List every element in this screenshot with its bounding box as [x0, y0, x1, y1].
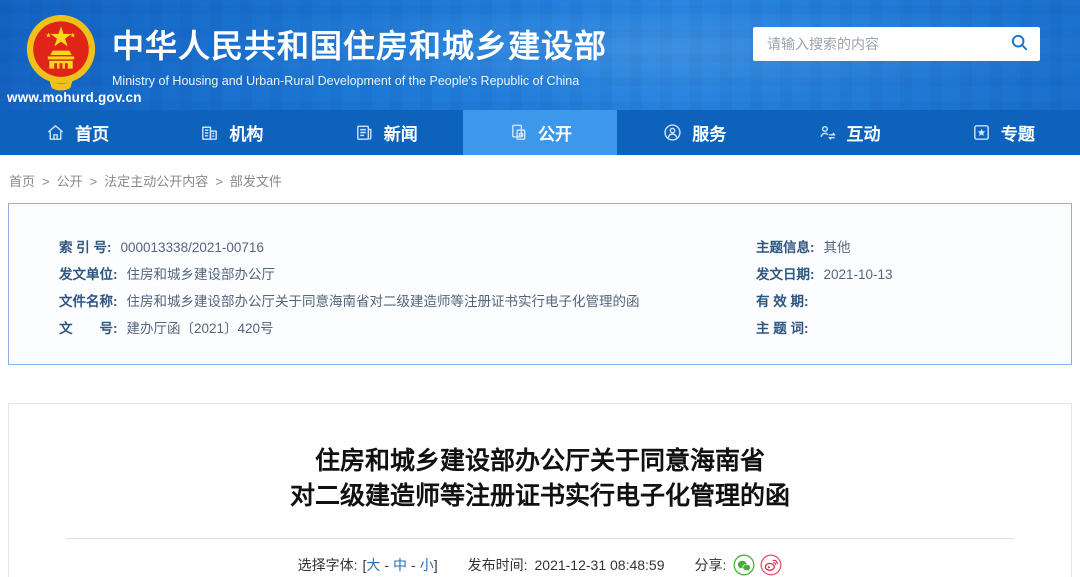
- article-box: 住房和城乡建设部办公厅关于同意海南省 对二级建造师等注册证书实行电子化管理的函 …: [8, 403, 1072, 577]
- share-icons: [733, 554, 782, 576]
- info-row: 发文日期: 2021-10-13: [756, 261, 1071, 288]
- site-titles: 中华人民共和国住房和城乡建设部 Ministry of Housing and …: [112, 21, 607, 88]
- title-divider: [66, 538, 1014, 539]
- breadcrumb-separator: >: [215, 174, 223, 189]
- info-row: 有 效 期:: [756, 288, 1071, 315]
- info-label: 发文单位:: [59, 267, 118, 282]
- exchange-icon: [817, 122, 838, 143]
- site-url: www.mohurd.gov.cn: [7, 90, 142, 105]
- weibo-icon[interactable]: [760, 554, 782, 576]
- nav-item-org[interactable]: 机构: [154, 110, 308, 155]
- document-info-box: 索 引 号: 000013338/2021-00716 发文单位: 住房和城乡建设部办…: [8, 203, 1072, 365]
- home-icon: [45, 122, 66, 143]
- font-selector-label: 选择字体:: [297, 557, 358, 573]
- info-label: 文 号:: [59, 321, 118, 336]
- svg-text:★: ★: [45, 32, 51, 39]
- nav-label: 公开: [537, 125, 572, 144]
- search-input[interactable]: [753, 36, 1006, 52]
- info-label: 主 题 词:: [756, 321, 809, 336]
- breadcrumb-item[interactable]: 法定主动公开内容: [104, 174, 208, 189]
- info-row: 主题信息: 其他: [756, 234, 1071, 261]
- building-icon: [199, 122, 220, 143]
- font-selector-separator: -: [411, 557, 416, 573]
- info-row: 文 号: 建办厅函〔2021〕420号: [59, 315, 756, 342]
- national-emblem-icon: ★ ★: [26, 14, 96, 91]
- nav-item-interact[interactable]: 互动: [771, 110, 925, 155]
- info-label: 索 引 号:: [59, 240, 112, 255]
- search-icon: [1010, 33, 1029, 55]
- nav-label: 新闻: [383, 125, 418, 144]
- nav-item-home[interactable]: 首页: [0, 110, 154, 155]
- nav-label: 互动: [846, 125, 881, 144]
- info-label: 发文日期:: [756, 267, 815, 282]
- document-info-left-column: 索 引 号: 000013338/2021-00716 发文单位: 住房和城乡建设部办…: [9, 234, 756, 342]
- site-header: ★ ★ www.mohurd.gov.cn 中华人民共和国住房和城乡建设部 Mi…: [0, 0, 1080, 110]
- nav-item-service[interactable]: 服务: [617, 110, 771, 155]
- info-label: 有 效 期:: [756, 294, 809, 309]
- breadcrumb-separator: >: [42, 174, 50, 189]
- nav-item-news[interactable]: 新闻: [309, 110, 463, 155]
- national-emblem-logo: ★ ★: [22, 12, 100, 94]
- documents-icon: [508, 122, 529, 143]
- share-label: 分享:: [694, 557, 727, 573]
- info-row: 发文单位: 住房和城乡建设部办公厅: [59, 261, 756, 288]
- info-row: 主 题 词:: [756, 315, 1071, 342]
- main-nav: 首页 机构 新闻 公开 服务 互动 专题: [0, 110, 1080, 155]
- nav-label: 服务: [692, 125, 727, 144]
- site-subtitle: Ministry of Housing and Urban-Rural Deve…: [112, 74, 580, 88]
- wechat-icon[interactable]: [733, 554, 755, 576]
- font-selector-separator: -: [384, 557, 390, 573]
- breadcrumb: 首页 > 公开 > 法定主动公开内容 > 部发文件: [0, 155, 1080, 203]
- search-button[interactable]: [1006, 33, 1040, 55]
- breadcrumb-separator: >: [89, 174, 98, 189]
- star-icon: [971, 122, 992, 143]
- font-size-medium[interactable]: 中: [393, 557, 407, 573]
- info-value: 建办厅函〔2021〕420号: [126, 321, 274, 336]
- nav-label: 首页: [75, 125, 110, 144]
- breadcrumb-item[interactable]: 首页: [9, 174, 35, 189]
- article-title-line2: 对二级建造师等注册证书实行电子化管理的函: [289, 482, 790, 510]
- article-title: 住房和城乡建设部办公厅关于同意海南省 对二级建造师等注册证书实行电子化管理的函: [9, 444, 1071, 514]
- breadcrumb-item[interactable]: 公开: [57, 174, 83, 189]
- article-toolbar: 选择字体: [大 - 中 - 小] 发布时间: 2021-12-31 08:48:59 …: [9, 554, 1071, 576]
- font-size-small[interactable]: 小: [420, 557, 434, 573]
- info-value: 2021-10-13: [823, 267, 893, 282]
- info-row: 索 引 号: 000013338/2021-00716: [59, 234, 756, 261]
- news-icon: [354, 122, 375, 143]
- page: ★ ★ www.mohurd.gov.cn 中华人民共和国住房和城乡建设部 Mi…: [0, 0, 1080, 577]
- nav-label: 机构: [229, 125, 264, 144]
- nav-item-open[interactable]: 公开: [462, 110, 618, 155]
- info-value: 其他: [823, 240, 851, 255]
- info-label: 主题信息:: [756, 240, 815, 255]
- info-value: 000013338/2021-00716: [120, 240, 264, 255]
- search-box: [753, 27, 1040, 61]
- info-value: 住房和城乡建设部办公厅: [126, 267, 276, 282]
- info-value: 住房和城乡建设部办公厅关于同意海南省对二级建造师等注册证书实行电子化管理的函: [126, 294, 640, 309]
- site-title: 中华人民共和国住房和城乡建设部: [112, 28, 608, 64]
- nav-label: 专题: [1000, 125, 1035, 144]
- document-info-right-column: 主题信息: 其他 发文日期: 2021-10-13 有 效 期: 主 题 词:: [756, 234, 1071, 342]
- svg-text:★: ★: [70, 32, 76, 39]
- nav-item-topic[interactable]: 专题: [926, 110, 1080, 155]
- font-size-large[interactable]: 大: [366, 557, 380, 573]
- font-selector-bracket: ]: [433, 557, 438, 573]
- article-title-line1: 住房和城乡建设部办公厅关于同意海南省: [314, 447, 765, 475]
- publish-time-value: 2021-12-31 08:48:59: [534, 557, 665, 573]
- publish-time-label: 发布时间:: [467, 557, 528, 573]
- info-label: 文件名称:: [59, 294, 118, 309]
- breadcrumb-item: 部发文件: [229, 174, 282, 189]
- person-icon: [662, 122, 683, 143]
- font-size-selector: [大 - 中 - 小]: [362, 555, 437, 575]
- info-row: 文件名称: 住房和城乡建设部办公厅关于同意海南省对二级建造师等注册证书实行电子化管…: [59, 288, 756, 315]
